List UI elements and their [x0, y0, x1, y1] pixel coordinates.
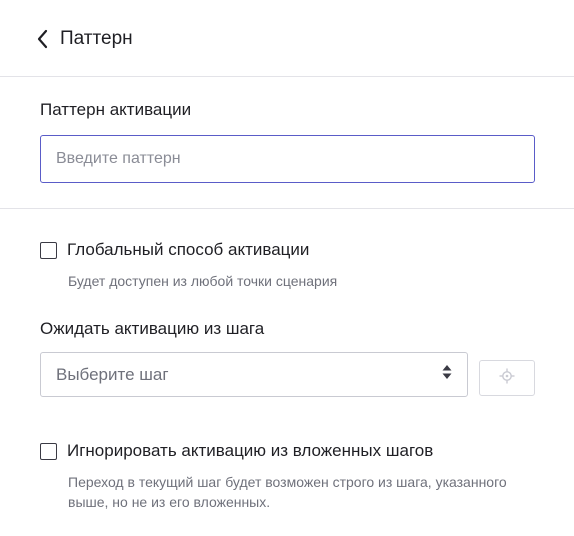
locate-step-button[interactable]: [479, 360, 535, 396]
page-title: Паттерн: [60, 28, 133, 49]
panel-header: Паттерн: [0, 0, 574, 77]
ignore-nested-option[interactable]: Игнорировать активацию из вложенных шаго…: [40, 441, 433, 461]
back-button[interactable]: Паттерн: [36, 24, 133, 54]
pattern-input[interactable]: [40, 135, 535, 183]
pattern-settings-panel: Паттерн Паттерн активации Глобальный спо…: [0, 0, 574, 536]
step-select[interactable]: Выберите шаг: [40, 352, 468, 397]
crosshair-icon: [499, 368, 515, 389]
divider: [0, 208, 574, 209]
ignore-nested-hint: Переход в текущий шаг будет возможен стр…: [68, 474, 507, 510]
wait-activation-label: Ожидать активацию из шага: [40, 319, 265, 338]
sort-arrows-icon: [442, 364, 452, 385]
ignore-nested-label: Игнорировать активацию из вложенных шаго…: [67, 441, 434, 460]
chevron-left-icon: [36, 29, 48, 49]
global-activation-label: Глобальный способ активации: [67, 240, 310, 259]
global-activation-option[interactable]: Глобальный способ активации: [40, 240, 309, 260]
global-activation-hint: Будет доступен из любой точки сценария: [68, 273, 338, 289]
pattern-label: Паттерн активации: [40, 100, 192, 119]
global-activation-checkbox[interactable]: [40, 241, 57, 259]
step-select-value: Выберите шаг: [56, 364, 169, 384]
ignore-nested-checkbox[interactable]: [40, 442, 57, 460]
